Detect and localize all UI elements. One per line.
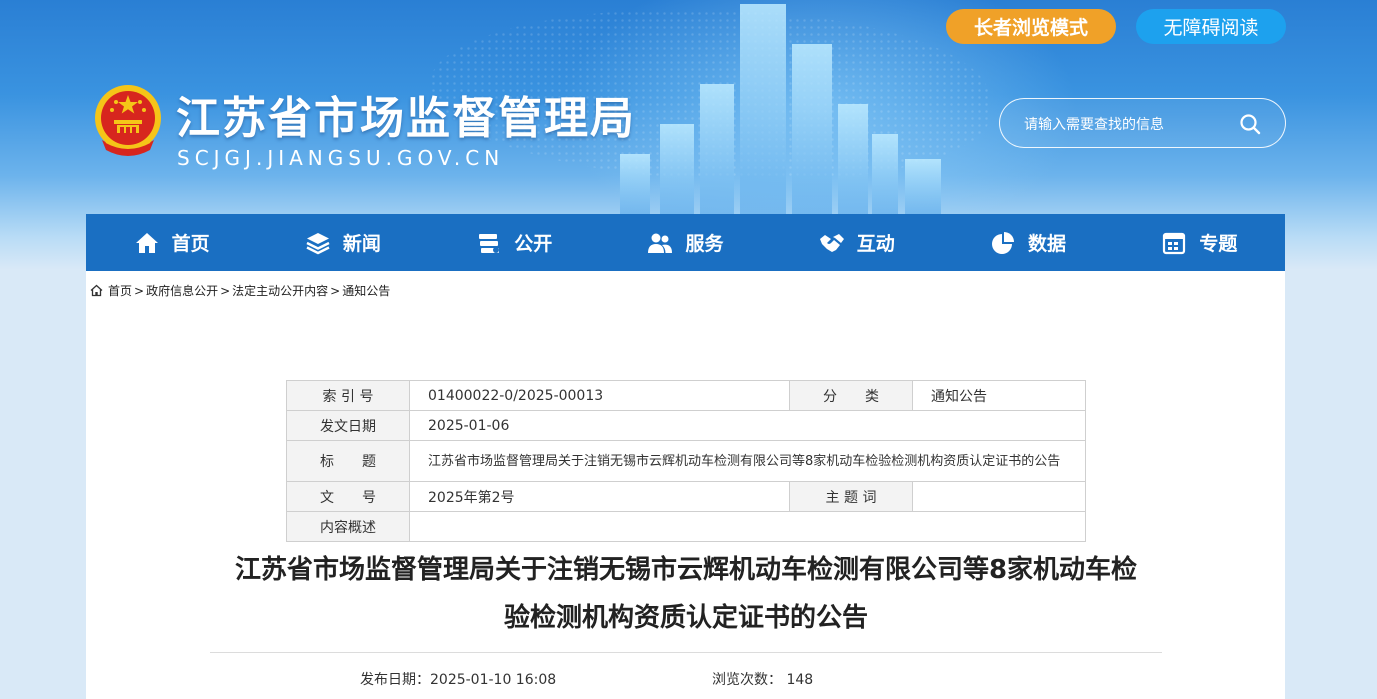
building-decoration xyxy=(838,104,868,214)
handshake-icon xyxy=(819,233,844,252)
search-input[interactable]: 请输入需要查找的信息 xyxy=(1024,114,1164,134)
main-nav: 首页 新闻 公开 服务 互动 数据 专题 xyxy=(86,214,1285,271)
summary-value xyxy=(409,511,1086,542)
breadcrumb-separator: > xyxy=(134,283,145,298)
nav-item-open[interactable]: 公开 xyxy=(429,214,600,271)
site-title[interactable]: 江苏省市场监督管理局 xyxy=(176,82,636,146)
date-value: 2025-01-06 xyxy=(409,410,1086,441)
home-icon xyxy=(90,284,103,297)
building-decoration xyxy=(872,134,898,214)
accessible-reading-button[interactable]: 无障碍阅读 xyxy=(1136,9,1286,44)
building-decoration xyxy=(792,44,832,214)
publish-date: 发布日期：2025-01-10 16:08 xyxy=(360,669,556,689)
building-decoration xyxy=(905,159,941,214)
national-emblem-icon xyxy=(95,85,161,156)
index-value: 01400022-0/2025-00013 xyxy=(409,380,790,411)
date-label: 发文日期 xyxy=(286,410,410,441)
breadcrumb-separator: > xyxy=(220,283,231,298)
document-meta-table: 索 引 号 01400022-0/2025-00013 分 类 通知公告 发文日… xyxy=(286,380,1086,542)
nav-item-label: 公开 xyxy=(514,233,553,255)
title-value: 江苏省市场监督管理局关于注销无锡市云辉机动车检测有限公司等8家机动车检验检测机构… xyxy=(409,440,1086,482)
building-decoration xyxy=(620,154,650,214)
nav-item-news[interactable]: 新闻 xyxy=(257,214,428,271)
elder-mode-button[interactable]: 长者浏览模式 xyxy=(946,9,1116,44)
view-count-value: 148 xyxy=(786,672,814,688)
stack-icon xyxy=(479,233,500,253)
search-box[interactable]: 请输入需要查找的信息 xyxy=(999,98,1286,148)
building-decoration xyxy=(740,4,786,214)
breadcrumb-item-statutory[interactable]: 法定主动公开内容 xyxy=(232,282,328,299)
users-icon xyxy=(648,233,673,253)
publish-date-value: 2025-01-10 16:08 xyxy=(430,672,557,688)
subject-value xyxy=(912,481,1086,512)
building-decoration xyxy=(660,124,694,214)
breadcrumb: 首页 > 政府信息公开 > 法定主动公开内容 > 通知公告 xyxy=(90,282,390,299)
building-decoration xyxy=(700,84,734,214)
layers-icon xyxy=(306,232,330,254)
search-icon[interactable] xyxy=(1239,113,1261,135)
index-label: 索 引 号 xyxy=(286,380,410,411)
title-label: 标 题 xyxy=(286,440,410,482)
nav-item-label: 首页 xyxy=(171,233,210,255)
nav-item-interact[interactable]: 互动 xyxy=(771,214,942,271)
breadcrumb-item-notice[interactable]: 通知公告 xyxy=(342,282,390,299)
nav-item-data[interactable]: 数据 xyxy=(942,214,1113,271)
nav-item-label: 专题 xyxy=(1199,233,1238,255)
content-panel: 首页 > 政府信息公开 > 法定主动公开内容 > 通知公告 索 引 号 0140… xyxy=(86,271,1285,699)
publish-date-label: 发布日期： xyxy=(360,672,430,688)
nav-item-label: 新闻 xyxy=(342,233,381,255)
breadcrumb-item-home[interactable]: 首页 xyxy=(108,282,132,299)
nav-item-service[interactable]: 服务 xyxy=(600,214,771,271)
home-icon xyxy=(135,232,158,253)
category-value: 通知公告 xyxy=(912,380,1086,411)
divider xyxy=(210,652,1162,653)
breadcrumb-item-gov-info[interactable]: 政府信息公开 xyxy=(146,282,218,299)
summary-label: 内容概述 xyxy=(286,511,410,542)
view-count: 浏览次数： 148 xyxy=(712,669,813,689)
subject-label: 主 题 词 xyxy=(789,481,913,512)
doc-number-value: 2025年第2号 xyxy=(409,481,790,512)
nav-item-label: 服务 xyxy=(685,233,724,255)
nav-item-home[interactable]: 首页 xyxy=(86,214,257,271)
calendar-icon xyxy=(1163,232,1186,254)
article-title-line: 江苏省市场监督管理局关于注销无锡市云辉机动车检测有限公司等8家机动车检 xyxy=(234,555,1138,585)
nav-item-label: 数据 xyxy=(1028,233,1067,255)
nav-item-label: 互动 xyxy=(856,233,895,255)
pie-chart-icon xyxy=(992,231,1015,254)
view-count-label: 浏览次数： xyxy=(712,672,782,688)
site-domain: SCJGJ.JIANGSU.GOV.CN xyxy=(177,146,505,170)
article-title: 江苏省市场监督管理局关于注销无锡市云辉机动车检测有限公司等8家机动车检 验检测机… xyxy=(196,546,1176,642)
breadcrumb-separator: > xyxy=(330,283,341,298)
doc-number-label: 文 号 xyxy=(286,481,410,512)
category-label: 分 类 xyxy=(789,380,913,411)
nav-item-topics[interactable]: 专题 xyxy=(1114,214,1285,271)
article-title-line: 验检测机构资质认定证书的公告 xyxy=(503,603,868,633)
